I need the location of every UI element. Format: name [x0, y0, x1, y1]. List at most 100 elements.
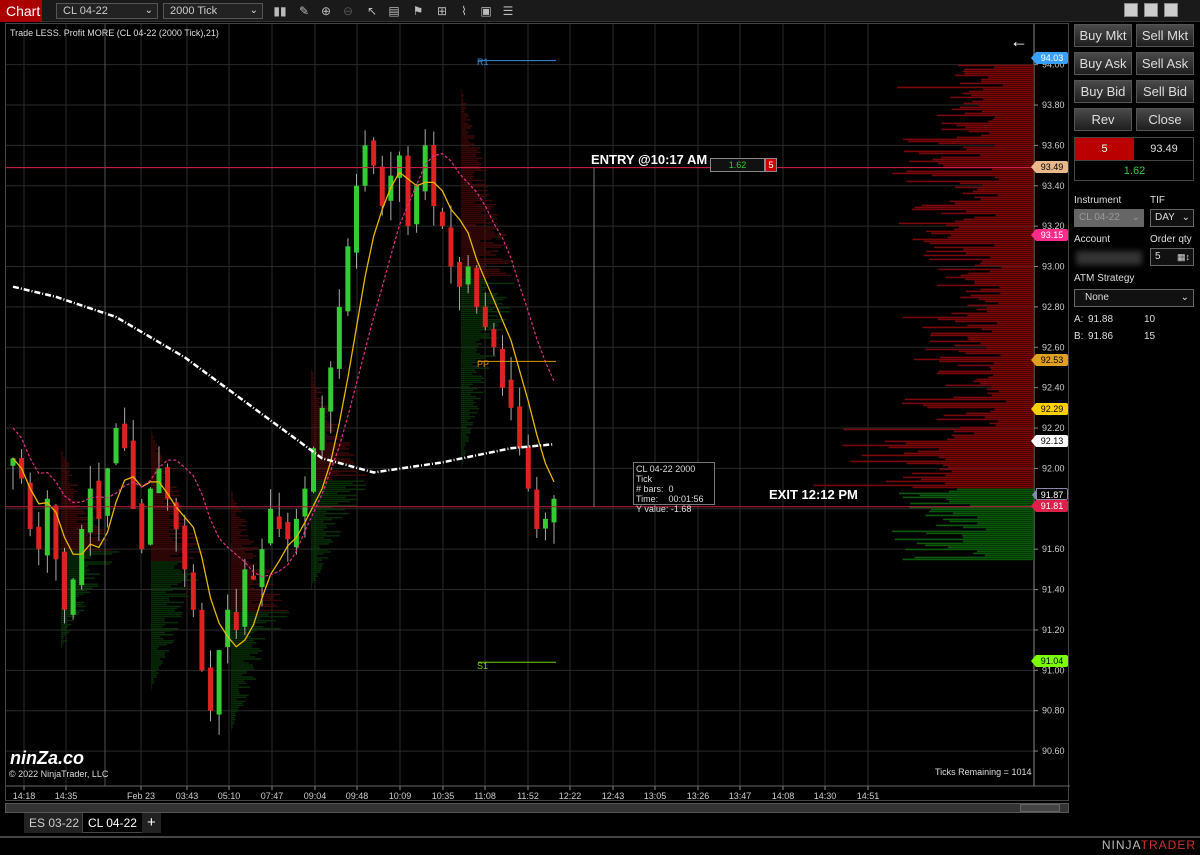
pointer-icon[interactable]: ↖	[364, 3, 380, 19]
price-chart[interactable]: 94.0093.8093.6093.4093.2093.0092.8092.60…	[6, 24, 1070, 802]
session-profile-bar	[461, 339, 480, 341]
volume-profile-bar	[973, 552, 1034, 555]
session-profile-bar	[461, 430, 471, 432]
session-profile-bar	[61, 482, 71, 485]
volume-profile-bar	[973, 432, 1034, 435]
close-window-button[interactable]	[1164, 3, 1178, 17]
volume-profile-bar	[969, 90, 1034, 93]
close-position-button[interactable]: Close	[1136, 108, 1194, 131]
session-profile-bar	[461, 341, 476, 343]
strategies-icon[interactable]: ⚑	[410, 3, 426, 19]
x-tick-label: 13:26	[687, 791, 710, 801]
session-profile-bar	[311, 446, 347, 448]
volume-profile-bar	[947, 546, 1034, 549]
tooltip-y-label: Y value:	[636, 504, 669, 514]
sell-ask-button[interactable]: Sell Ask	[1136, 52, 1194, 75]
volume-profile-bar	[951, 434, 1034, 437]
properties-icon[interactable]: ☰	[500, 3, 516, 19]
candle-body	[491, 329, 497, 348]
session-profile-bar	[461, 135, 475, 137]
session-profile-bar	[311, 547, 320, 549]
session-profile-bar	[61, 456, 65, 458]
session-profile-bar	[151, 601, 185, 604]
volume-profile-bar	[978, 104, 1034, 107]
minimize-button[interactable]	[1124, 3, 1138, 17]
templates-icon[interactable]: ▣	[478, 3, 494, 19]
session-profile-bar	[231, 635, 252, 638]
candle-body	[130, 440, 136, 509]
volume-profile-bar	[914, 556, 1034, 559]
tif-select[interactable]: DAY ⌄	[1150, 209, 1194, 227]
account-field-blurred[interactable]	[1076, 251, 1142, 265]
session-profile-bar	[461, 133, 468, 135]
volume-profile-bar	[921, 204, 1034, 207]
session-profile-bar	[151, 633, 174, 636]
session-profile-bar	[151, 668, 159, 670]
volume-profile-bar	[962, 540, 1034, 543]
volume-profile-bar	[976, 308, 1034, 311]
session-profile-bar	[61, 561, 113, 563]
session-profile-bar	[461, 450, 466, 452]
reverse-button[interactable]: Rev	[1074, 108, 1132, 131]
session-profile-bar	[461, 105, 465, 107]
session-profile-bar	[151, 442, 155, 444]
draw-pencil-icon[interactable]: ✎	[296, 3, 312, 19]
session-profile-bar	[61, 450, 62, 452]
back-arrow-icon[interactable]: ←	[1010, 31, 1028, 52]
session-profile-bar	[311, 379, 314, 382]
buy-bid-button[interactable]: Buy Bid	[1074, 80, 1132, 103]
session-profile-bar	[311, 484, 366, 487]
volume-profile-bar	[936, 114, 1034, 117]
chart-panel[interactable]: 94.00 93.80 93.60 93.40 93.20 93.00 92.80 92.60…	[5, 23, 1070, 802]
volume-profile-bar	[992, 330, 1034, 333]
candle-body	[534, 489, 540, 529]
session-profile-bar	[61, 535, 89, 537]
session-profile-bar	[311, 526, 328, 529]
data-box-icon[interactable]: ▤	[386, 3, 402, 19]
session-profile-bar	[461, 387, 478, 390]
session-profile-bar	[151, 638, 164, 640]
tab-es-03-22[interactable]: ES 03-22	[24, 813, 85, 833]
sell-bid-button[interactable]: Sell Bid	[1136, 80, 1194, 103]
chevron-down-icon: ⌄	[1181, 212, 1190, 223]
sell-mkt-button[interactable]: Sell Mkt	[1136, 24, 1194, 47]
volume-profile-bar	[947, 236, 1034, 239]
volume-profile-bar	[976, 378, 1034, 381]
session-profile-bar	[151, 635, 161, 638]
session-profile-bar	[461, 232, 496, 234]
interval-select[interactable]: 2000 Tick ⌄	[163, 3, 263, 19]
session-profile-bar	[311, 383, 316, 386]
session-profile-bar	[61, 631, 69, 634]
position-qty-box[interactable]: 5	[765, 158, 777, 172]
session-profile-bar	[231, 654, 250, 656]
indicators-icon[interactable]: ⊞	[434, 3, 450, 19]
session-profile-bar	[61, 460, 66, 462]
instrument-value: CL 04-22	[63, 5, 108, 17]
horizontal-scrollbar[interactable]	[5, 803, 1069, 813]
session-profile-bar	[61, 516, 102, 519]
session-profile-bar	[151, 670, 157, 672]
position-pnl-box[interactable]: 1.62	[710, 158, 765, 172]
session-profile-bar	[151, 613, 182, 616]
maximize-button[interactable]	[1144, 3, 1158, 17]
atm-strategy-select[interactable]: None ⌄	[1074, 289, 1194, 307]
buy-ask-button[interactable]: Buy Ask	[1074, 52, 1132, 75]
drawing-tools-icon[interactable]: ⌇	[456, 3, 472, 19]
volume-profile-bar	[906, 170, 1034, 173]
zoom-out-icon[interactable]: ⊖	[340, 3, 356, 19]
session-profile-bar	[461, 403, 474, 406]
order-qty-input[interactable]: 5 ▦↕	[1150, 248, 1194, 266]
scrollbar-thumb[interactable]	[1020, 804, 1060, 812]
zoom-in-icon[interactable]: ⊕	[318, 3, 334, 19]
bar-type-icon[interactable]: ▮▮	[272, 3, 288, 19]
buy-mkt-button[interactable]: Buy Mkt	[1074, 24, 1132, 47]
instrument-select[interactable]: CL 04-22 ⌄	[56, 3, 158, 19]
volume-profile-bar	[948, 490, 1034, 493]
session-profile-bar	[151, 607, 178, 610]
tab-cl-04-22[interactable]: CL 04-22	[82, 813, 143, 833]
volume-profile-bar	[992, 168, 1034, 171]
add-tab-button[interactable]: +	[142, 813, 161, 833]
volume-profile-bar	[963, 526, 1034, 529]
chart-trader-panel: Buy Mkt Sell Mkt Buy Ask Sell Ask Buy Bi…	[1070, 23, 1200, 835]
volume-profile-bar	[963, 146, 1034, 149]
